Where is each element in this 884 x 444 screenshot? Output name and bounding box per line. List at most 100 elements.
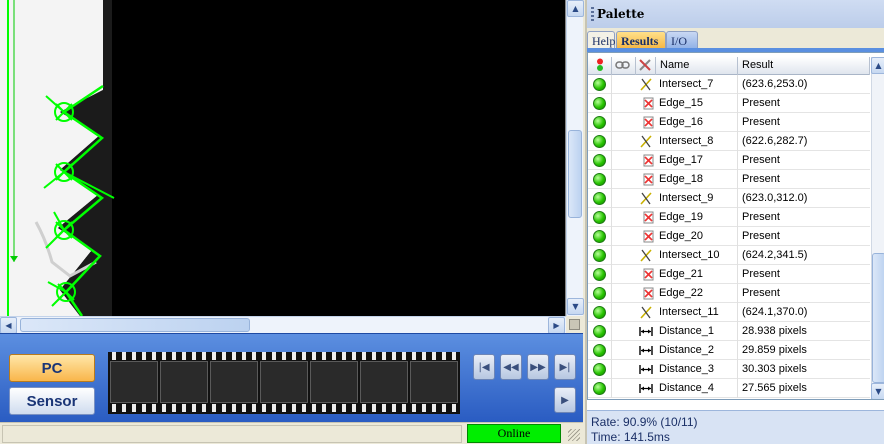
result-column-header[interactable]: Result (738, 57, 870, 75)
table-row[interactable]: Edge_21 Present (588, 265, 870, 284)
status-cell (588, 246, 612, 265)
pass-status-icon (593, 382, 606, 395)
intersect-icon (638, 305, 654, 320)
row-name: Edge_18 (656, 170, 738, 189)
viewer-horizontal-scrollbar[interactable]: ◀ ▶ (0, 316, 566, 334)
row-name: Intersect_10 (656, 246, 738, 265)
first-frame-icon[interactable]: |◀ (473, 354, 495, 380)
results-scroll-up-button[interactable]: ▲ (871, 57, 884, 74)
row-result: Present (742, 116, 780, 128)
edge-icon (639, 153, 655, 168)
filmstrip-frame[interactable] (360, 361, 408, 403)
filmstrip-frame[interactable] (410, 361, 458, 403)
row-name: Intersect_7 (656, 75, 738, 94)
drag-handle-icon[interactable] (591, 7, 594, 21)
tab-io[interactable]: I/O (666, 31, 698, 49)
image-filmstrip[interactable] (108, 352, 460, 414)
table-row[interactable]: Distance_4 27.565 pixels (588, 379, 870, 398)
results-vertical-scrollbar[interactable]: ▲ ▼ (871, 57, 884, 399)
viewer-vertical-scroll-thumb[interactable] (568, 130, 582, 218)
row-result: 30.303 pixels (742, 363, 807, 375)
status-cell (588, 189, 612, 208)
row-result: (623.6,253.0) (742, 78, 808, 90)
image-viewer[interactable] (0, 0, 566, 316)
tree-cell (612, 341, 638, 360)
tab-help[interactable]: Help (587, 31, 615, 49)
tool-column-header[interactable] (636, 57, 656, 75)
row-name: Distance_2 (656, 341, 738, 360)
results-table: Name Result Intersect_7 (623.6,253.0) Edge… (587, 52, 884, 400)
viewer-horizontal-scroll-thumb[interactable] (20, 318, 250, 332)
table-row[interactable]: Edge_19 Present (588, 208, 870, 227)
table-row[interactable]: Distance_2 29.859 pixels (588, 341, 870, 360)
status-cell (588, 132, 612, 151)
table-row[interactable]: Intersect_10 (624.2,341.5) (588, 246, 870, 265)
scroll-up-button[interactable]: ▲ (567, 0, 584, 17)
tab-results[interactable]: Results (616, 31, 666, 49)
distance-icon (638, 343, 654, 358)
distance-icon (638, 324, 654, 339)
scrollbar-corner (566, 316, 583, 333)
pass-status-icon (593, 344, 606, 357)
filmstrip-frame[interactable] (110, 361, 158, 403)
zoom-grip-icon[interactable] (569, 319, 580, 330)
rewind-icon[interactable]: ◀◀ (500, 354, 522, 380)
row-result: Present (742, 287, 780, 299)
scroll-left-button[interactable]: ◀ (0, 317, 17, 334)
results-scroll-down-button[interactable]: ▼ (871, 383, 884, 399)
resize-grip-icon[interactable] (568, 429, 580, 441)
pass-status-icon (593, 78, 606, 91)
sensor-mode-button[interactable]: Sensor (9, 387, 95, 415)
tree-cell (612, 303, 638, 322)
filmstrip-frame[interactable] (310, 361, 358, 403)
tree-cell (612, 75, 638, 94)
status-cell (588, 113, 612, 132)
name-column-header[interactable]: Name (656, 57, 738, 75)
table-row[interactable]: Distance_3 30.303 pixels (588, 360, 870, 379)
table-row[interactable]: Edge_22 Present (588, 284, 870, 303)
status-column-header[interactable] (588, 57, 612, 75)
status-cell (588, 303, 612, 322)
pass-status-icon (593, 97, 606, 110)
fast-forward-icon[interactable]: ▶▶ (527, 354, 549, 380)
status-message-area (2, 425, 462, 443)
row-result: (622.6,282.7) (742, 135, 808, 147)
pass-status-icon (593, 287, 606, 300)
table-row[interactable]: Intersect_8 (622.6,282.7) (588, 132, 870, 151)
table-row[interactable]: Edge_18 Present (588, 170, 870, 189)
status-cell (588, 170, 612, 189)
table-row[interactable]: Edge_16 Present (588, 113, 870, 132)
table-row[interactable]: Edge_15 Present (588, 94, 870, 113)
tree-cell (612, 227, 638, 246)
filmstrip-frame[interactable] (210, 361, 258, 403)
table-row[interactable]: Distance_1 28.938 pixels (588, 322, 870, 341)
filmstrip-frame[interactable] (160, 361, 208, 403)
edge-icon (639, 210, 655, 225)
palette-panel: Palette Help Results I/O Name Result Int… (585, 0, 884, 444)
scroll-right-button[interactable]: ▶ (548, 317, 565, 334)
table-row[interactable]: Intersect_7 (623.6,253.0) (588, 75, 870, 94)
results-scroll-thumb[interactable] (872, 253, 884, 383)
table-header: Name Result (588, 57, 870, 75)
table-row[interactable]: Intersect_11 (624.1,370.0) (588, 303, 870, 322)
pass-status-icon (593, 249, 606, 262)
row-name: Intersect_11 (656, 303, 738, 322)
table-row[interactable]: Edge_20 Present (588, 227, 870, 246)
row-name: Edge_16 (656, 113, 738, 132)
last-frame-icon[interactable]: ▶| (554, 354, 576, 380)
link-icon (615, 61, 630, 69)
play-icon[interactable]: ▶ (554, 387, 576, 413)
edge-icon (639, 267, 655, 282)
status-cell (588, 341, 612, 360)
scroll-down-button[interactable]: ▼ (567, 298, 584, 315)
link-column-header[interactable] (612, 57, 636, 75)
viewer-vertical-scrollbar[interactable]: ▲ ▼ (566, 0, 584, 316)
filmstrip-frame[interactable] (260, 361, 308, 403)
table-row[interactable]: Intersect_9 (623.0,312.0) (588, 189, 870, 208)
tree-cell (612, 113, 638, 132)
pc-mode-button[interactable]: PC (9, 354, 95, 382)
intersect-icon (638, 191, 654, 206)
row-result: 27.565 pixels (742, 382, 807, 394)
row-result: Present (742, 173, 780, 185)
table-row[interactable]: Edge_17 Present (588, 151, 870, 170)
